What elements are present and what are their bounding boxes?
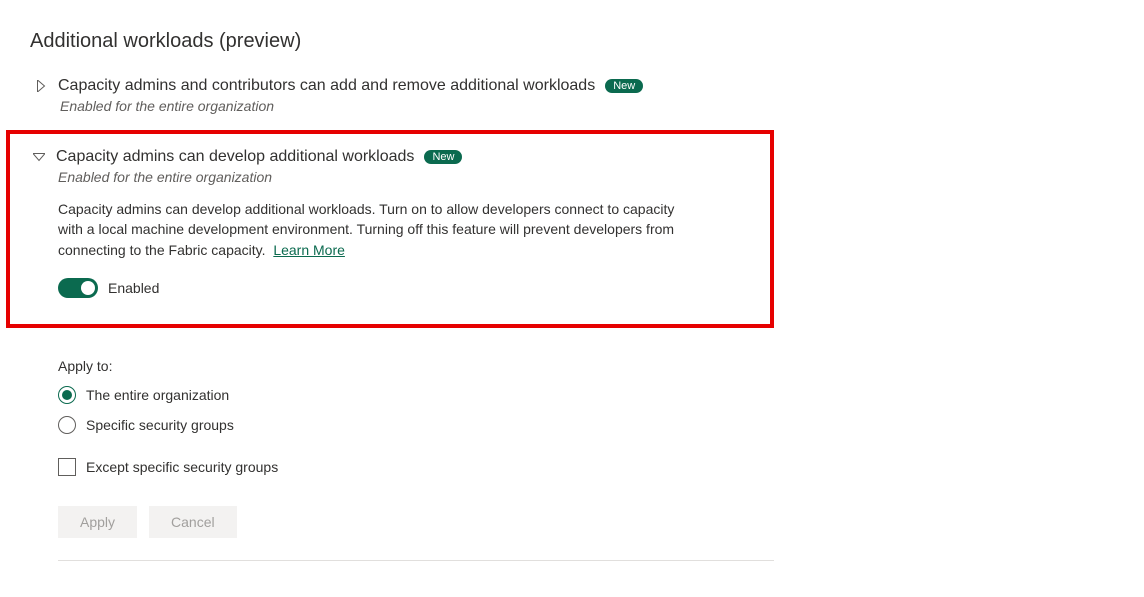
setting-header-1[interactable]: Capacity admins and contributors can add… [34, 77, 1114, 95]
radio-selected-icon [58, 386, 76, 404]
radio-unselected-icon [58, 416, 76, 434]
apply-button[interactable]: Apply [58, 506, 137, 538]
caret-right-icon [34, 80, 48, 92]
radio-entire-org[interactable]: The entire organization [58, 386, 1114, 404]
setting-title-1: Capacity admins and contributors can add… [58, 77, 595, 95]
divider [58, 560, 774, 561]
setting-collapsed: Capacity admins and contributors can add… [30, 77, 1114, 114]
radio-label-entire-org: The entire organization [86, 387, 229, 403]
highlighted-setting: Capacity admins can develop additional w… [6, 130, 774, 328]
checkbox-label-except: Except specific security groups [86, 459, 278, 475]
setting-description: Capacity admins can develop additional w… [58, 199, 678, 260]
checkbox-unchecked-icon [58, 458, 76, 476]
new-badge: New [605, 79, 643, 93]
setting-status-2: Enabled for the entire organization [58, 169, 752, 185]
section-title: Additional workloads (preview) [30, 30, 1114, 53]
except-groups-checkbox[interactable]: Except specific security groups [58, 458, 1114, 476]
toggle-row: Enabled [58, 278, 752, 298]
setting-title-2: Capacity admins can develop additional w… [56, 148, 414, 166]
apply-to-section: Apply to: The entire organization Specif… [58, 358, 1114, 561]
new-badge: New [424, 150, 462, 164]
toggle-label: Enabled [108, 280, 159, 296]
cancel-button[interactable]: Cancel [149, 506, 237, 538]
enabled-toggle[interactable] [58, 278, 98, 298]
apply-to-label: Apply to: [58, 358, 1114, 374]
setting-status-1: Enabled for the entire organization [60, 98, 1114, 114]
learn-more-link[interactable]: Learn More [273, 242, 345, 258]
radio-label-specific-groups: Specific security groups [86, 417, 234, 433]
setting-header-2[interactable]: Capacity admins can develop additional w… [32, 148, 752, 166]
description-text: Capacity admins can develop additional w… [58, 201, 674, 258]
button-row: Apply Cancel [58, 506, 1114, 538]
caret-down-icon [32, 153, 46, 162]
radio-specific-groups[interactable]: Specific security groups [58, 416, 1114, 434]
